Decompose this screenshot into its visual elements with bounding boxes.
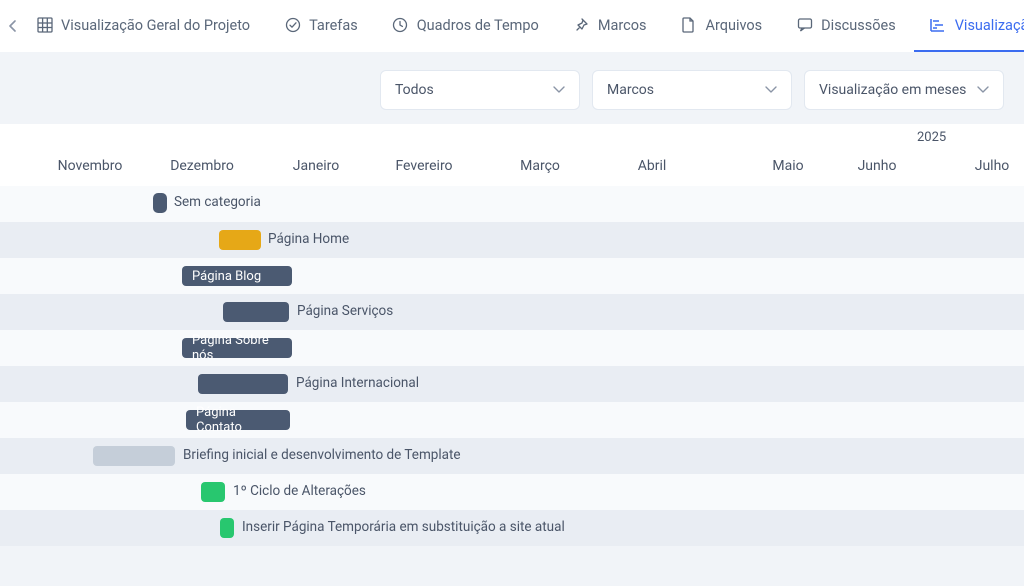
month-label: Junho [858, 158, 897, 174]
month-label: Abril [638, 158, 667, 174]
gantt-bar[interactable]: Página Contato [186, 410, 290, 430]
tabs-scroll-left[interactable] [8, 13, 18, 39]
gantt-bar[interactable] [223, 302, 289, 322]
gantt-rows: Sem categoria Página Home Página Blog Pá… [0, 186, 1024, 546]
month-label: Janeiro [293, 158, 340, 174]
gantt-icon [930, 17, 947, 34]
gantt-bar-label: Página Serviços [297, 303, 393, 319]
select-value: Visualização em meses [819, 82, 966, 98]
tab-discussions[interactable]: Discussões [780, 0, 912, 52]
gantt-bar-label: Página Home [268, 231, 349, 247]
gantt-bar-label: Inserir Página Temporária em substituiçã… [242, 519, 565, 535]
clock-icon [392, 17, 409, 34]
tab-timeframes[interactable]: Quadros de Tempo [376, 0, 555, 52]
chevron-down-icon [977, 82, 989, 98]
tab-milestones[interactable]: Marcos [557, 0, 663, 52]
tab-files[interactable]: Arquivos [664, 0, 778, 52]
filter-select-milestones[interactable]: Marcos [592, 70, 792, 110]
filter-select-view[interactable]: Visualização em meses [804, 70, 1004, 110]
tab-gantt[interactable]: Visualização Gantt [914, 0, 1024, 52]
chat-icon [796, 17, 813, 34]
month-label: Março [520, 158, 560, 174]
gantt-bar[interactable] [201, 482, 225, 502]
select-value: Marcos [607, 82, 654, 98]
tab-label: Arquivos [705, 17, 762, 34]
month-label: Maio [772, 158, 803, 174]
tab-label: Discussões [821, 17, 896, 34]
gantt-bar[interactable] [220, 518, 234, 538]
gantt-bar-inner-label: Página Blog [192, 269, 261, 284]
gantt-bar-label: Página Internacional [296, 375, 419, 391]
gantt-bar[interactable] [153, 193, 167, 213]
pin-icon [573, 17, 590, 34]
file-icon [680, 17, 697, 34]
gantt-row[interactable]: Página Blog [0, 258, 1024, 294]
gantt-bar[interactable]: Página Sobre nós [182, 338, 292, 358]
tab-label: Quadros de Tempo [417, 17, 539, 34]
gantt-row[interactable]: 1º Ciclo de Alterações [0, 474, 1024, 510]
gantt-row[interactable]: Inserir Página Temporária em substituiçã… [0, 510, 1024, 546]
gantt-row[interactable]: Página Sobre nós [0, 330, 1024, 366]
year-label: 2025 [917, 130, 946, 145]
gantt-row[interactable]: Sem categoria [0, 186, 1024, 222]
month-label: Novembro [58, 158, 123, 174]
gantt-bar-inner-label: Página Sobre nós [192, 333, 282, 363]
month-label: Fevereiro [395, 158, 452, 174]
gantt-timeline-header: 2025 Novembro Dezembro Janeiro Fevereiro… [0, 124, 1024, 186]
tab-label: Tarefas [309, 17, 358, 34]
gantt-row[interactable]: Página Contato [0, 402, 1024, 438]
tab-label: Marcos [598, 17, 647, 34]
gantt-bar-label: Briefing inicial e desenvolvimento de Te… [183, 447, 461, 463]
gantt-bar[interactable] [93, 446, 175, 466]
chevron-down-icon [765, 82, 777, 98]
gantt-bar[interactable] [198, 374, 288, 394]
tab-overview[interactable]: Visualização Geral do Projeto [20, 0, 266, 52]
gantt-row[interactable]: Briefing inicial e desenvolvimento de Te… [0, 438, 1024, 474]
gantt-bar-inner-label: Página Contato [196, 405, 280, 435]
grid-icon [36, 17, 53, 34]
gantt-bar-label: Sem categoria [174, 194, 261, 210]
gantt-chart: 2025 Novembro Dezembro Janeiro Fevereiro… [0, 124, 1024, 546]
gantt-row[interactable]: Página Home [0, 222, 1024, 258]
month-label: Dezembro [170, 158, 234, 174]
check-circle-icon [284, 17, 301, 34]
gantt-row[interactable]: Página Serviços [0, 294, 1024, 330]
select-value: Todos [395, 82, 434, 98]
tab-label: Visualização Gantt [955, 17, 1024, 34]
month-label: Julho [975, 158, 1010, 174]
tab-bar: Visualização Geral do Projeto Tarefas Qu… [0, 0, 1024, 52]
gantt-bar[interactable]: Página Blog [182, 266, 292, 286]
tab-tasks[interactable]: Tarefas [268, 0, 374, 52]
gantt-bar-label: 1º Ciclo de Alterações [233, 483, 366, 499]
filter-bar: Todos Marcos Visualização em meses [0, 52, 1024, 110]
chevron-down-icon [553, 82, 565, 98]
tab-label: Visualização Geral do Projeto [61, 17, 250, 34]
gantt-row[interactable]: Página Internacional [0, 366, 1024, 402]
gantt-bar[interactable] [219, 230, 261, 250]
filter-select-all[interactable]: Todos [380, 70, 580, 110]
